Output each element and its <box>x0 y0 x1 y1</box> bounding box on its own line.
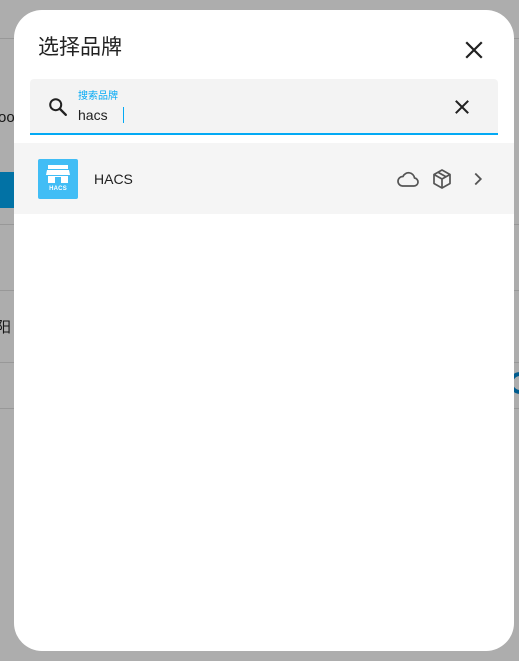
close-icon <box>465 41 483 59</box>
brand-list-item-hacs[interactable]: HACS HACS <box>14 143 514 214</box>
chevron-right-icon <box>474 172 483 186</box>
package-icon <box>433 169 451 189</box>
brand-name: HACS <box>94 171 133 187</box>
search-field[interactable]: 搜索品牌 <box>30 79 498 135</box>
clear-icon <box>455 100 469 114</box>
close-button[interactable] <box>458 36 490 64</box>
dialog-title: 选择品牌 <box>38 36 122 59</box>
search-input[interactable] <box>78 105 438 125</box>
text-caret <box>123 107 124 123</box>
cloud-icon <box>397 171 419 187</box>
search-icon <box>49 98 67 116</box>
search-label: 搜索品牌 <box>78 91 118 102</box>
clear-search-button[interactable] <box>449 94 475 120</box>
select-brand-dialog: 选择品牌 搜索品牌 HACS HACS <box>14 10 514 651</box>
store-icon <box>46 165 70 183</box>
hacs-logo: HACS <box>38 159 78 199</box>
hacs-logo-text: HACS <box>49 186 67 192</box>
